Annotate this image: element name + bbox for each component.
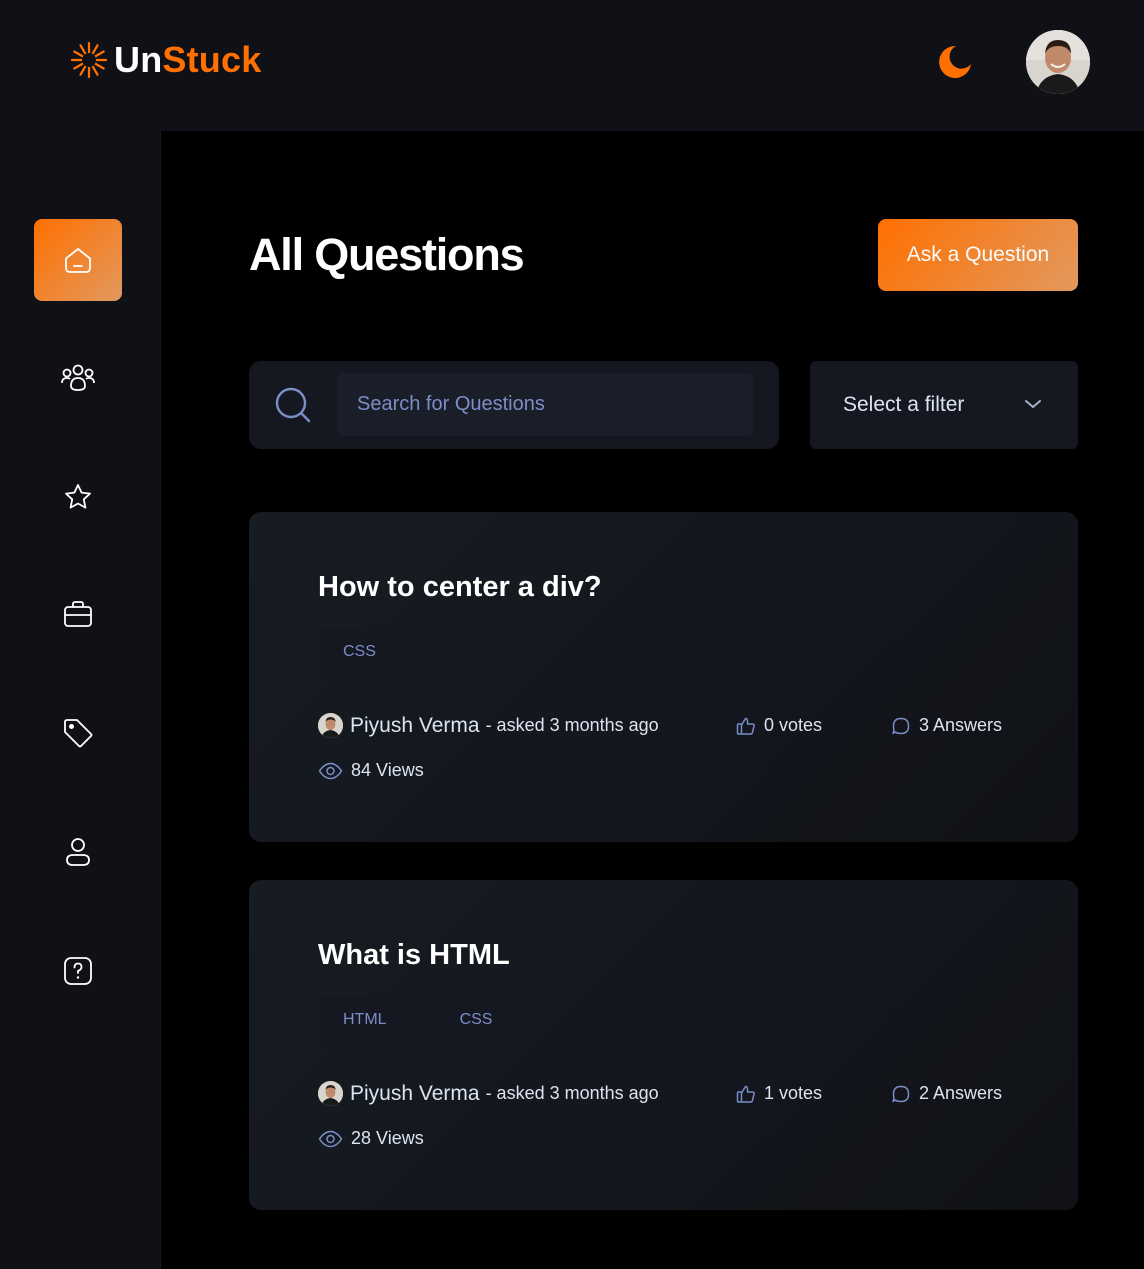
- question-author[interactable]: Piyush Verma - asked 3 months ago: [318, 1081, 659, 1106]
- question-card: What is HTML HTML CSS Piyush Verma - ask…: [249, 880, 1078, 1210]
- sidebar-item-community[interactable]: [34, 337, 122, 419]
- author-name: Piyush Verma: [350, 713, 480, 737]
- tag-list: HTML CSS: [318, 997, 518, 1043]
- views-count: 84 Views: [351, 760, 424, 780]
- filter-label: Select a filter: [843, 393, 965, 416]
- page-title: All Questions: [249, 229, 525, 280]
- filter-select[interactable]: Select a filter: [810, 361, 1078, 449]
- sidebar-item-ask-question[interactable]: [34, 930, 122, 1012]
- brand-logo[interactable]: UnStuck: [70, 40, 261, 80]
- comment-icon: [892, 717, 910, 734]
- comment-icon: [892, 1085, 910, 1102]
- thumbs-up-icon: [736, 717, 755, 735]
- question-title[interactable]: What is HTML: [318, 938, 510, 972]
- question-title[interactable]: How to center a div?: [318, 570, 602, 604]
- star-icon: [65, 484, 91, 509]
- brand-name-part2: Stuck: [162, 39, 262, 80]
- votes-count: 0 votes: [764, 715, 823, 735]
- brand-name-part1: Un: [114, 39, 163, 80]
- tag-list: CSS: [318, 629, 401, 675]
- ask-question-button[interactable]: Ask a Question: [878, 219, 1078, 291]
- sidebar-item-profile[interactable]: [34, 811, 122, 893]
- sidebar-item-home[interactable]: [34, 219, 122, 301]
- answers-metric: 2 Answers: [891, 1083, 1002, 1104]
- author-avatar: [318, 1081, 343, 1106]
- users-icon: [61, 364, 95, 391]
- sunburst-logo-icon: [70, 41, 108, 79]
- moon-icon: [939, 45, 971, 78]
- thumbs-up-icon: [736, 1085, 755, 1103]
- tag-chip[interactable]: HTML: [318, 997, 412, 1043]
- question-card: How to center a div? CSS Piyush Verma - …: [249, 512, 1078, 842]
- author-name: Piyush Verma: [350, 1081, 480, 1105]
- eye-icon: [318, 762, 343, 779]
- votes-metric: 1 votes: [736, 1083, 822, 1104]
- tag-chip[interactable]: CSS: [318, 629, 401, 675]
- user-icon: [66, 838, 90, 866]
- theme-toggle-button[interactable]: [934, 42, 974, 82]
- author-avatar: [318, 713, 343, 738]
- avatar-photo: [1026, 30, 1090, 94]
- views-metric: 84 Views: [318, 760, 424, 781]
- author-avatar-photo: [318, 1081, 343, 1106]
- eye-icon: [318, 1130, 343, 1147]
- home-icon: [65, 248, 91, 273]
- votes-metric: 0 votes: [736, 715, 822, 736]
- briefcase-icon: [64, 601, 92, 627]
- chevron-down-icon: [1025, 400, 1041, 408]
- question-author[interactable]: Piyush Verma - asked 3 months ago: [318, 713, 659, 738]
- question-meta: Piyush Verma - asked 3 months ago 0 vote…: [318, 713, 1018, 743]
- sidebar-item-jobs[interactable]: [34, 573, 122, 655]
- author-avatar-photo: [318, 713, 343, 738]
- sidebar-item-collections[interactable]: [34, 456, 122, 538]
- top-navbar: UnStuck: [0, 0, 1144, 131]
- views-metric: 28 Views: [318, 1128, 424, 1149]
- votes-count: 1 votes: [764, 1083, 823, 1103]
- left-sidebar: [0, 131, 161, 1269]
- asked-time: - asked 3 months ago: [485, 1083, 659, 1103]
- brand-name: UnStuck: [114, 40, 261, 80]
- question-icon: [64, 957, 92, 985]
- question-meta: Piyush Verma - asked 3 months ago 1 vote…: [318, 1081, 1018, 1111]
- views-count: 28 Views: [351, 1128, 424, 1148]
- search-input[interactable]: [337, 373, 753, 436]
- answers-count: 2 Answers: [919, 1083, 1003, 1103]
- answers-metric: 3 Answers: [891, 715, 1002, 736]
- search-icon: [275, 387, 311, 423]
- tag-chip[interactable]: CSS: [434, 997, 518, 1043]
- sidebar-item-tags[interactable]: [34, 692, 122, 774]
- tag-icon: [64, 719, 93, 748]
- answers-count: 3 Answers: [919, 715, 1003, 735]
- user-avatar[interactable]: [1026, 30, 1090, 94]
- asked-time: - asked 3 months ago: [485, 715, 659, 735]
